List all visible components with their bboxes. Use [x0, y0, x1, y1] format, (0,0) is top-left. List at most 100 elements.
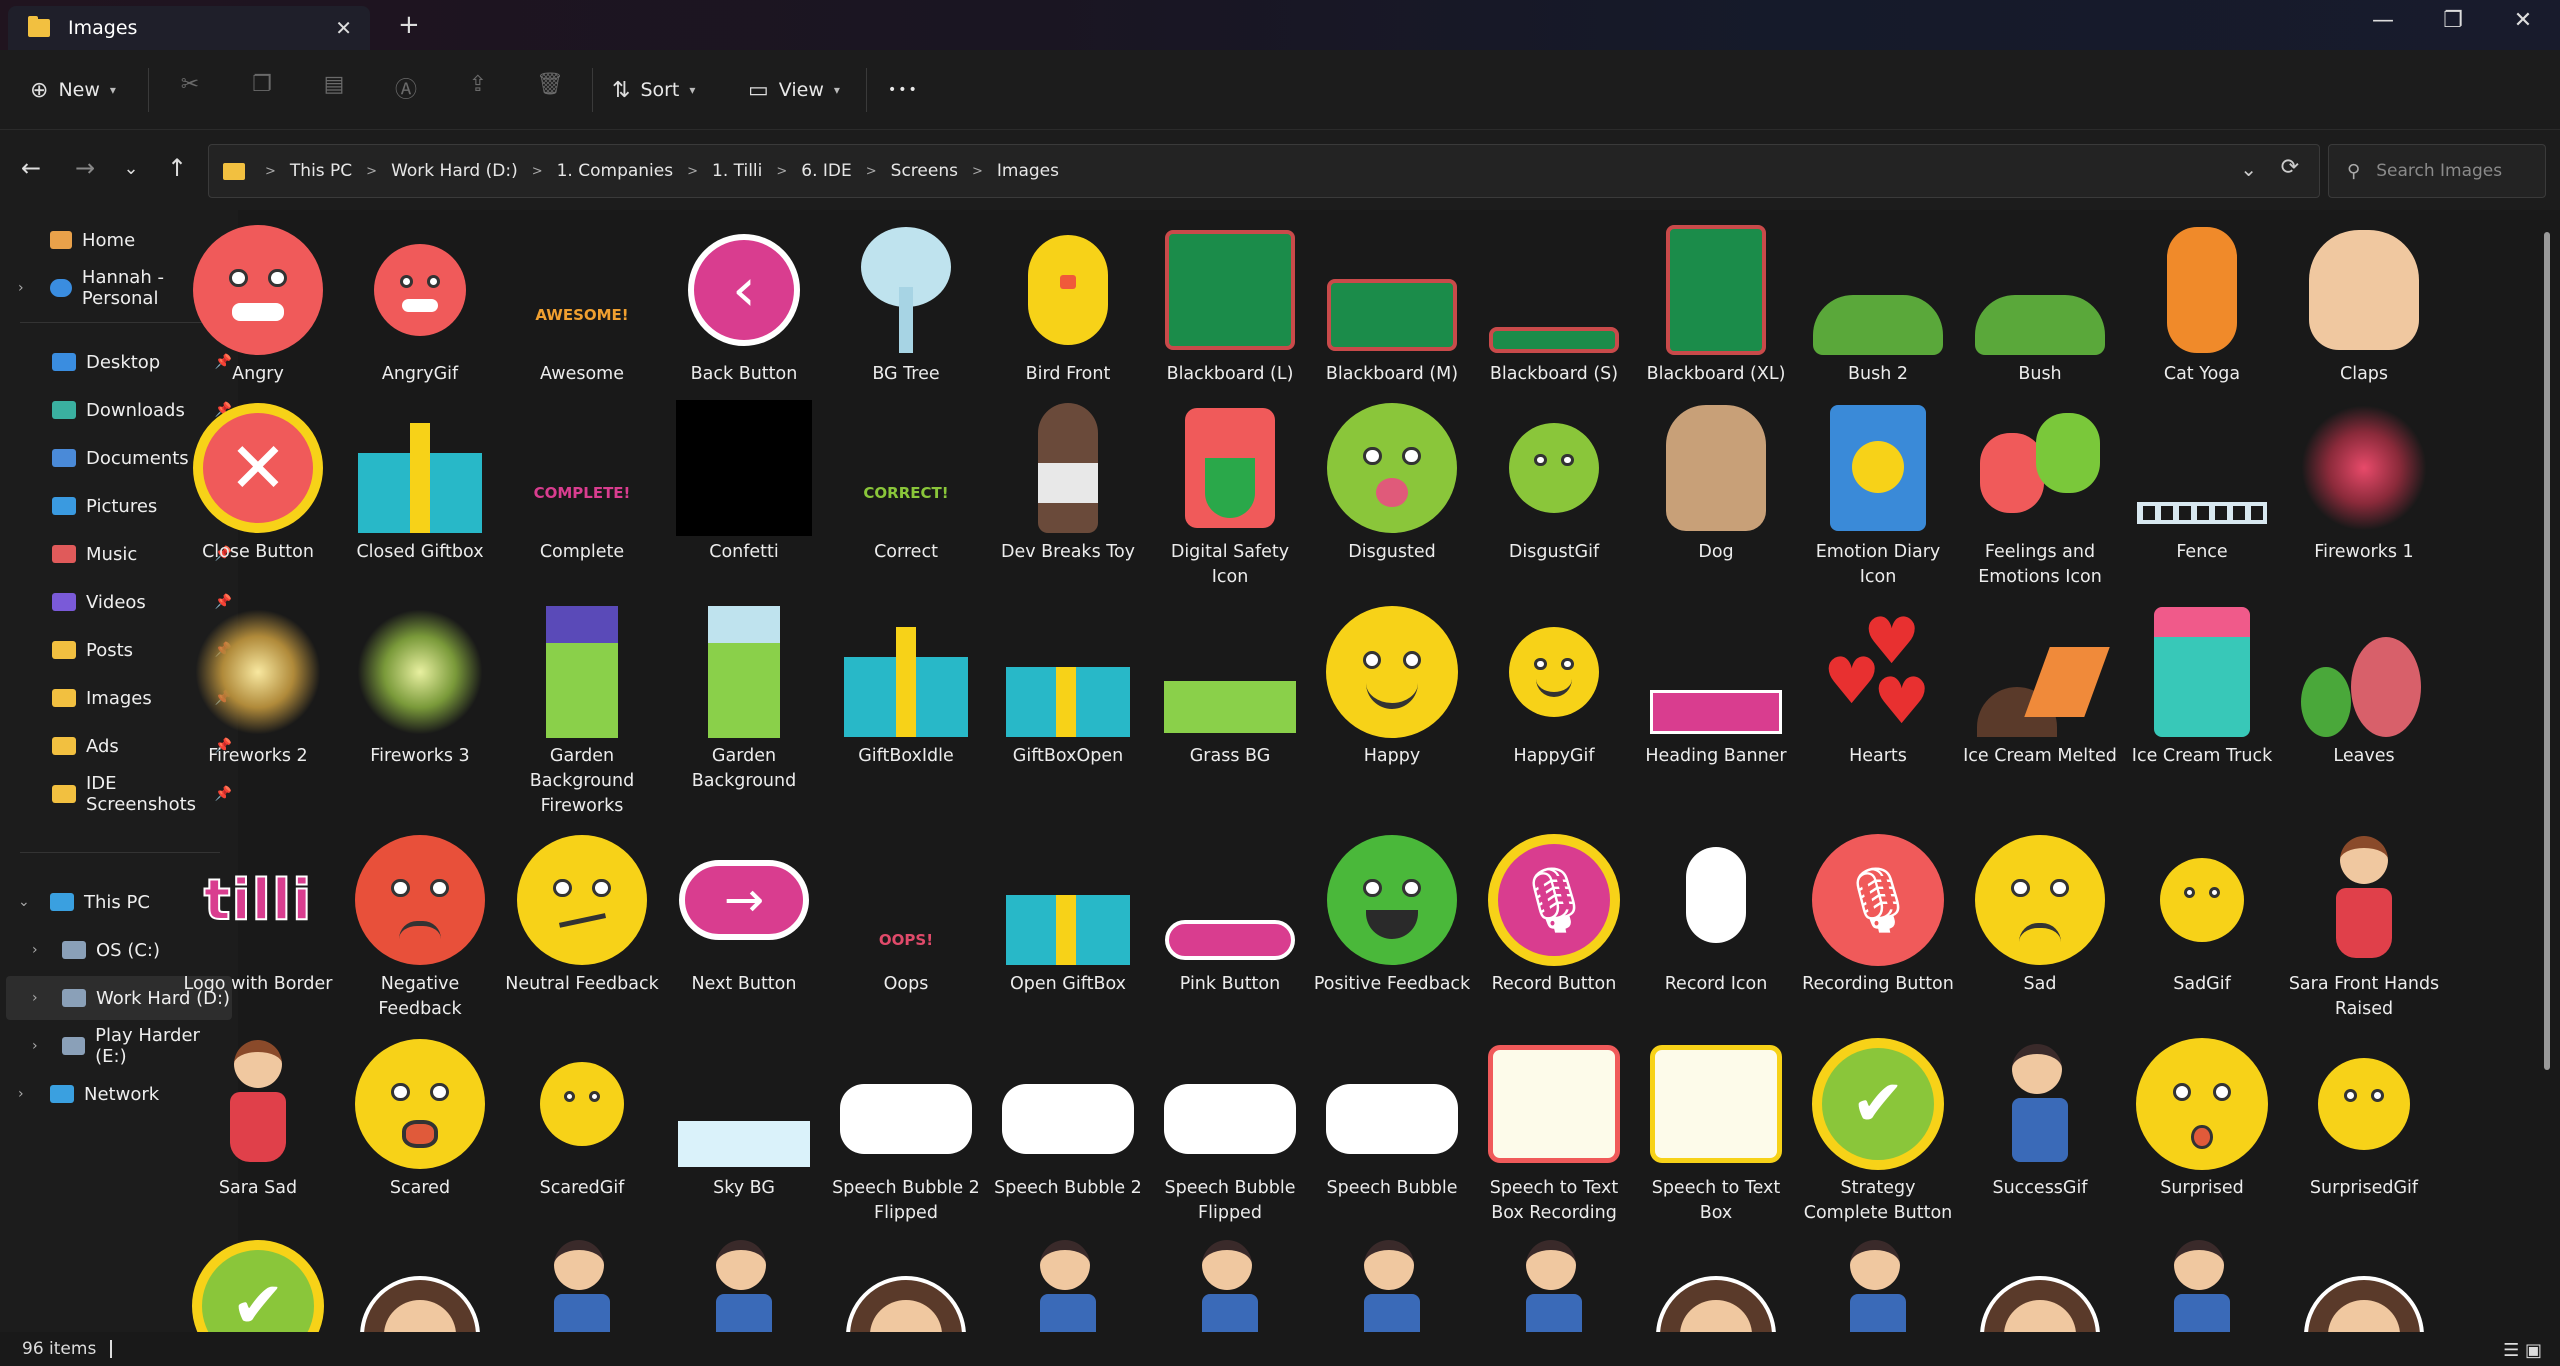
file-item[interactable] [827, 1240, 985, 1332]
sidebar-item-pinned[interactable]: IDE Screenshots 📌 [0, 772, 232, 816]
search-input[interactable]: ⚲ Search Images [2328, 144, 2546, 198]
file-item[interactable] [1151, 1240, 1309, 1332]
cut-icon[interactable]: ✂ [175, 72, 205, 97]
address-dropdown-icon[interactable]: ⌄ [2240, 157, 2257, 181]
breadcrumb-item[interactable]: Images [997, 161, 1059, 181]
file-item[interactable]: Cat Yoga [2123, 222, 2281, 387]
file-item[interactable]: Bush [1961, 222, 2119, 387]
file-item[interactable]: Blackboard (L) [1151, 222, 1309, 387]
refresh-icon[interactable]: ⟳ [2281, 155, 2299, 180]
chevron-right-icon[interactable]: › [32, 942, 38, 958]
file-item[interactable]: Digital Safety Icon [1151, 400, 1309, 590]
breadcrumb-item[interactable]: 1. Companies [557, 161, 673, 181]
file-item[interactable]: Ice Cream Truck [2123, 604, 2281, 769]
file-item[interactable]: Sara Front Hands Raised [2285, 832, 2443, 1022]
file-item[interactable]: Sad [1961, 832, 2119, 997]
file-item[interactable]: AWESOME! Awesome [503, 222, 661, 387]
minimize-button[interactable]: — [2368, 8, 2398, 33]
file-item[interactable]: SuccessGif [1961, 1036, 2119, 1201]
new-tab-button[interactable]: + [398, 10, 420, 40]
file-item[interactable]: Pink Button [1151, 832, 1309, 997]
file-item[interactable]: Speech Bubble 2 Flipped [827, 1036, 985, 1226]
recent-dropdown-icon[interactable]: ⌄ [116, 158, 146, 179]
breadcrumb-item[interactable]: 1. Tilli [712, 161, 762, 181]
file-item[interactable]: OOPS! Oops [827, 832, 985, 997]
file-item[interactable]: Record Icon [1637, 832, 1795, 997]
delete-icon[interactable]: 🗑 [535, 72, 565, 97]
view-button[interactable]: ▭ View ▾ [748, 72, 840, 108]
file-item[interactable] [1637, 1240, 1795, 1332]
file-item[interactable]: Claps [2285, 222, 2443, 387]
back-arrow-icon[interactable]: ← [16, 154, 46, 182]
file-item[interactable]: GiftBoxOpen [989, 604, 1147, 769]
file-item[interactable]: Fireworks 2 [179, 604, 337, 769]
file-item[interactable]: Confetti [665, 400, 823, 565]
file-item[interactable]: Fence [2123, 400, 2281, 565]
file-item[interactable]: Garden Background Fireworks [503, 604, 661, 819]
file-item[interactable] [1961, 1240, 2119, 1332]
file-item[interactable]: ♥ ♥ ♥ Hearts [1799, 604, 1957, 769]
file-item[interactable]: BG Tree [827, 222, 985, 387]
tab-images[interactable]: Images ✕ [8, 6, 370, 50]
file-item[interactable]: ✔ Strategy Complete Button [1799, 1036, 1957, 1226]
file-item[interactable]: GiftBoxIdle [827, 604, 985, 769]
chevron-down-icon[interactable]: ⌄ [18, 894, 30, 910]
tab-close-icon[interactable]: ✕ [335, 16, 352, 40]
more-options-button[interactable]: ••• [888, 72, 919, 108]
file-item[interactable]: ✕ Close Button [179, 400, 337, 565]
file-item[interactable]: Closed Giftbox [341, 400, 499, 565]
vertical-scrollbar[interactable] [2536, 210, 2560, 1332]
file-item[interactable]: Angry [179, 222, 337, 387]
file-item[interactable]: → Next Button [665, 832, 823, 997]
address-bar[interactable]: > This PC > Work Hard (D:) > 1. Companie… [208, 144, 2320, 198]
file-item[interactable]: AngryGif [341, 222, 499, 387]
file-item[interactable]: Disgusted [1313, 400, 1471, 565]
file-item[interactable]: Garden Background [665, 604, 823, 794]
file-item[interactable]: Happy [1313, 604, 1471, 769]
file-item[interactable]: Negative Feedback [341, 832, 499, 1022]
file-item[interactable]: Feelings and Emotions Icon [1961, 400, 2119, 590]
breadcrumb-item[interactable]: This PC [290, 161, 352, 181]
file-item[interactable]: HappyGif [1475, 604, 1633, 769]
breadcrumb-item[interactable]: 6. IDE [801, 161, 851, 181]
close-window-button[interactable]: ✕ [2508, 8, 2538, 33]
file-item[interactable]: Blackboard (XL) [1637, 222, 1795, 387]
pin-icon[interactable]: 📌 [215, 786, 232, 802]
chevron-right-icon[interactable]: › [32, 990, 38, 1006]
file-item[interactable]: Speech to Text Box Recording [1475, 1036, 1633, 1226]
paste-icon[interactable]: ▤ [319, 72, 349, 97]
up-arrow-icon[interactable]: ↑ [162, 154, 192, 182]
file-item[interactable] [503, 1240, 661, 1332]
file-item[interactable] [2285, 1240, 2443, 1332]
file-item[interactable]: tilli Logo with Border [179, 832, 337, 997]
breadcrumb-item[interactable]: Work Hard (D:) [391, 161, 518, 181]
chevron-right-icon[interactable]: › [18, 1086, 24, 1102]
file-item[interactable]: ScaredGif [503, 1036, 661, 1201]
maximize-button[interactable]: ❐ [2438, 8, 2468, 33]
file-item[interactable]: CORRECT! Correct [827, 400, 985, 565]
file-item[interactable]: SurprisedGif [2285, 1036, 2443, 1201]
file-item[interactable]: Bird Front [989, 222, 1147, 387]
file-item[interactable]: Speech to Text Box [1637, 1036, 1795, 1226]
file-item[interactable] [1313, 1240, 1471, 1332]
copy-icon[interactable]: ❐ [247, 72, 277, 97]
file-item[interactable] [1475, 1240, 1633, 1332]
file-item[interactable]: ‹ Back Button [665, 222, 823, 387]
share-icon[interactable]: ⇪ [463, 72, 493, 97]
file-item[interactable]: Fireworks 1 [2285, 400, 2443, 565]
rename-icon[interactable]: Ⓐ [391, 72, 421, 104]
file-item[interactable]: Dev Breaks Toy [989, 400, 1147, 565]
file-item[interactable]: Sky BG [665, 1036, 823, 1201]
file-item[interactable]: Dog [1637, 400, 1795, 565]
file-item[interactable]: Speech Bubble Flipped [1151, 1036, 1309, 1226]
file-item[interactable] [989, 1240, 1147, 1332]
file-item[interactable] [341, 1240, 499, 1332]
file-item[interactable]: Bush 2 [1799, 222, 1957, 387]
file-item[interactable]: COMPLETE! Complete [503, 400, 661, 565]
file-item[interactable]: Heading Banner [1637, 604, 1795, 769]
file-item[interactable]: DisgustGif [1475, 400, 1633, 565]
file-item[interactable]: Scared [341, 1036, 499, 1201]
file-item[interactable]: SadGif [2123, 832, 2281, 997]
file-item[interactable] [2123, 1240, 2281, 1332]
file-item[interactable] [665, 1240, 823, 1332]
